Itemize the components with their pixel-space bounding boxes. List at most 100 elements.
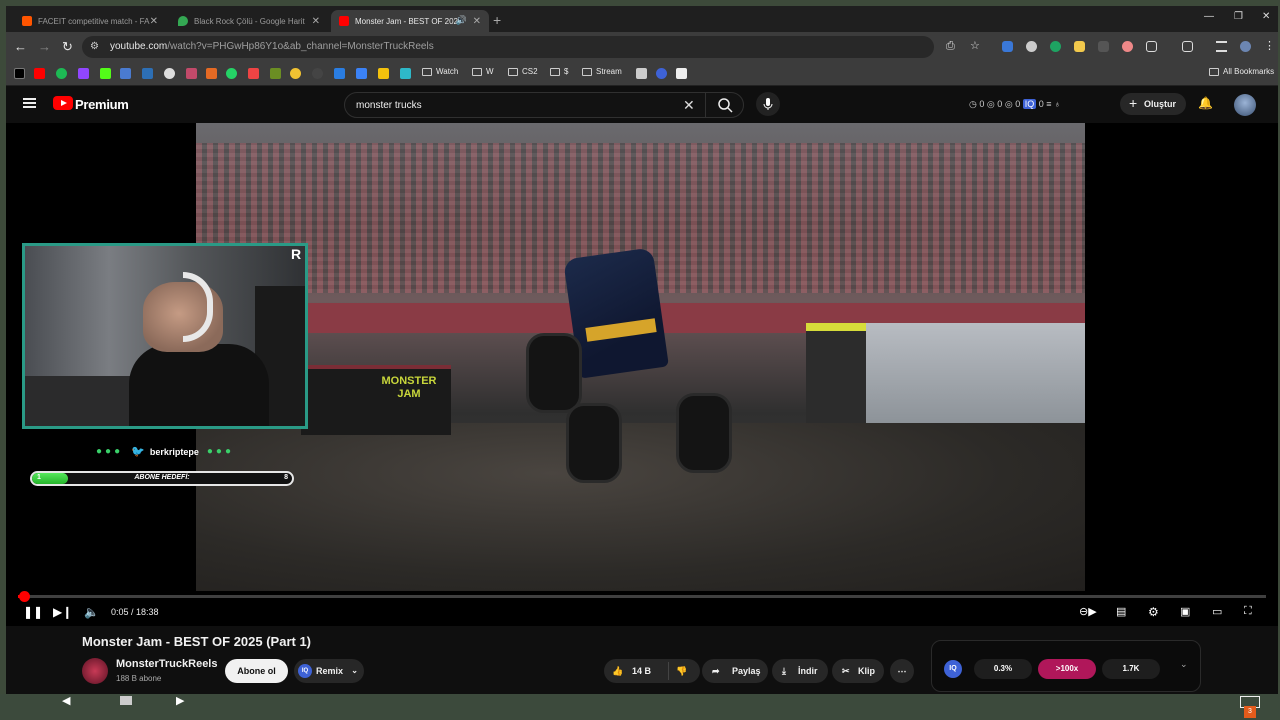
channel-name[interactable]: MonsterTruckReels xyxy=(116,658,217,670)
account-avatar[interactable] xyxy=(1234,94,1256,116)
iq-icon[interactable]: IQ xyxy=(1022,99,1037,109)
bookmark-icon[interactable] xyxy=(142,68,153,79)
install-icon[interactable]: ⎙ xyxy=(946,40,955,53)
twitch-icon[interactable] xyxy=(78,68,89,79)
grammarly-icon[interactable] xyxy=(1050,41,1061,52)
bookmark-icon[interactable] xyxy=(270,68,281,79)
bookmark-icon[interactable] xyxy=(290,68,301,79)
extension-icon[interactable] xyxy=(1026,41,1037,52)
bookmark-icon[interactable] xyxy=(676,68,687,79)
bookmark-icon[interactable] xyxy=(248,68,259,79)
video-player[interactable]: MONSTER JAM R ●●● 🐦 berkriptepe ●●● 1 AB… xyxy=(6,123,1278,626)
download-button[interactable]: ⤓ İndir xyxy=(772,659,828,683)
chevron-down-icon[interactable]: ⌄ xyxy=(1180,659,1188,670)
bookmark-folder-dollar[interactable]: $ xyxy=(550,67,568,76)
remix-button[interactable]: IQ Remix ⌄ xyxy=(294,659,364,683)
x-icon[interactable] xyxy=(14,68,25,79)
youtube-logo-icon[interactable] xyxy=(53,96,73,110)
site-info-icon[interactable]: ⚙ xyxy=(90,41,99,52)
settings-gear-icon[interactable]: ⚙ xyxy=(1148,605,1159,619)
extension-icon[interactable] xyxy=(1074,41,1085,52)
speaker-icon[interactable]: 🔊 xyxy=(456,15,467,26)
side-panel-icon[interactable] xyxy=(1182,41,1193,52)
scrubber-handle[interactable] xyxy=(18,591,30,602)
slide-indicator[interactable] xyxy=(120,696,132,705)
bookmark-icon[interactable] xyxy=(206,68,217,79)
bookmark-icon[interactable] xyxy=(334,68,345,79)
iq-icon[interactable]: IQ xyxy=(944,660,962,678)
share-button[interactable]: ➦ Paylaş xyxy=(702,659,768,683)
clip-button[interactable]: ✂ Klip xyxy=(832,659,884,683)
theater-mode-icon[interactable]: ▭ xyxy=(1212,605,1222,618)
left-arrow-icon[interactable]: ◀ xyxy=(62,694,70,707)
youtube-icon[interactable] xyxy=(34,68,45,79)
miniplayer-icon[interactable]: ▣ xyxy=(1180,605,1190,618)
clear-search-icon[interactable]: ✕ xyxy=(683,97,695,114)
close-tab-icon[interactable]: ✕ xyxy=(473,16,481,27)
dislike-icon[interactable]: 👎 xyxy=(676,659,687,683)
close-tab-icon[interactable]: ✕ xyxy=(312,16,320,27)
new-tab-button[interactable]: + xyxy=(493,12,501,28)
bookmark-icon[interactable] xyxy=(120,68,131,79)
tab-faceit[interactable]: FACEIT competitive match - FA ✕ xyxy=(14,10,166,32)
volume-icon[interactable]: 🔈 xyxy=(84,605,99,619)
bookmark-folder-w[interactable]: W xyxy=(472,67,494,76)
like-icon[interactable]: 👍 xyxy=(612,659,623,683)
profile-icon[interactable] xyxy=(1240,41,1251,52)
bookmark-folder-stream[interactable]: Stream xyxy=(582,67,622,76)
video-progress-bar[interactable] xyxy=(18,591,1266,602)
bookmark-folder-cs2[interactable]: CS2 xyxy=(508,67,538,76)
create-button[interactable]: Oluştur xyxy=(1120,92,1186,115)
voice-search-button[interactable] xyxy=(756,92,780,116)
menu-hamburger-icon[interactable] xyxy=(23,98,36,108)
bookmark-folder-watch[interactable]: Watch xyxy=(422,67,458,76)
menu-icon[interactable]: ⋮ xyxy=(1264,39,1275,52)
pause-button[interactable]: ❚❚ xyxy=(23,605,43,619)
bookmark-icon[interactable] xyxy=(186,68,197,79)
youtube-premium-logo[interactable]: Premium xyxy=(75,97,129,112)
subtitles-icon[interactable]: ▤ xyxy=(1116,605,1126,618)
address-bar[interactable]: ⚙ youtube.com/watch?v=PHGwHp86Y1o&ab_cha… xyxy=(82,36,980,58)
maximize-button[interactable]: ❐ xyxy=(1234,11,1243,22)
close-window-button[interactable]: ✕ xyxy=(1262,11,1270,22)
bookmark-icon[interactable] xyxy=(356,68,367,79)
search-box[interactable]: monster trucks ✕ xyxy=(344,92,744,118)
subscribe-button[interactable]: Abone ol xyxy=(225,659,288,683)
tab-maps[interactable]: Black Rock Çölü - Google Harit ✕ xyxy=(170,10,328,32)
next-button[interactable]: ▶❙ xyxy=(53,605,72,619)
extension-icon[interactable] xyxy=(1122,41,1133,52)
search-button[interactable] xyxy=(705,93,745,117)
media-controls-icon[interactable] xyxy=(1216,41,1227,52)
close-tab-icon[interactable]: ✕ xyxy=(150,16,158,27)
bookmark-icon[interactable] xyxy=(656,68,667,79)
right-arrow-icon[interactable]: ▶ xyxy=(176,694,184,707)
bookmark-star-icon[interactable]: ☆ xyxy=(970,39,980,52)
like-count[interactable]: 14 B xyxy=(632,666,651,676)
fullscreen-icon[interactable]: ⛶ xyxy=(1244,605,1252,618)
search-input[interactable]: monster trucks xyxy=(356,100,422,111)
notifications-bell-icon[interactable]: 🔔 xyxy=(1198,96,1213,110)
tab-youtube[interactable]: Monster Jam - BEST OF 202 🔊 ✕ xyxy=(331,10,489,32)
bookmark-icon[interactable] xyxy=(164,68,175,79)
back-button[interactable]: ← xyxy=(14,39,27,54)
bookmark-icon[interactable] xyxy=(378,68,389,79)
channel-avatar[interactable] xyxy=(82,658,108,684)
bookmark-icon[interactable] xyxy=(312,68,323,79)
whatsapp-icon[interactable] xyxy=(226,68,237,79)
more-actions-button[interactable]: ⋯ xyxy=(890,659,914,683)
minimize-button[interactable]: — xyxy=(1204,11,1214,22)
download-icon: ⤓ xyxy=(782,666,786,676)
extension-icon[interactable] xyxy=(1002,41,1013,52)
extensions-puzzle-icon[interactable] xyxy=(1146,41,1157,52)
kick-icon[interactable] xyxy=(100,68,111,79)
forward-button[interactable]: → xyxy=(38,39,51,54)
bookmark-icon[interactable] xyxy=(400,68,411,79)
all-bookmarks[interactable]: All Bookmarks xyxy=(1209,67,1274,76)
list-icon[interactable]: ≡ xyxy=(1046,99,1054,109)
reload-button[interactable]: ↻ xyxy=(62,39,73,55)
spotify-icon[interactable] xyxy=(56,68,67,79)
bookmark-icon[interactable] xyxy=(636,68,647,79)
extension-icon[interactable] xyxy=(1098,41,1109,52)
autoplay-toggle[interactable]: ⊖▶ xyxy=(1079,605,1097,618)
award-icon[interactable]: ♁ xyxy=(1054,99,1061,109)
